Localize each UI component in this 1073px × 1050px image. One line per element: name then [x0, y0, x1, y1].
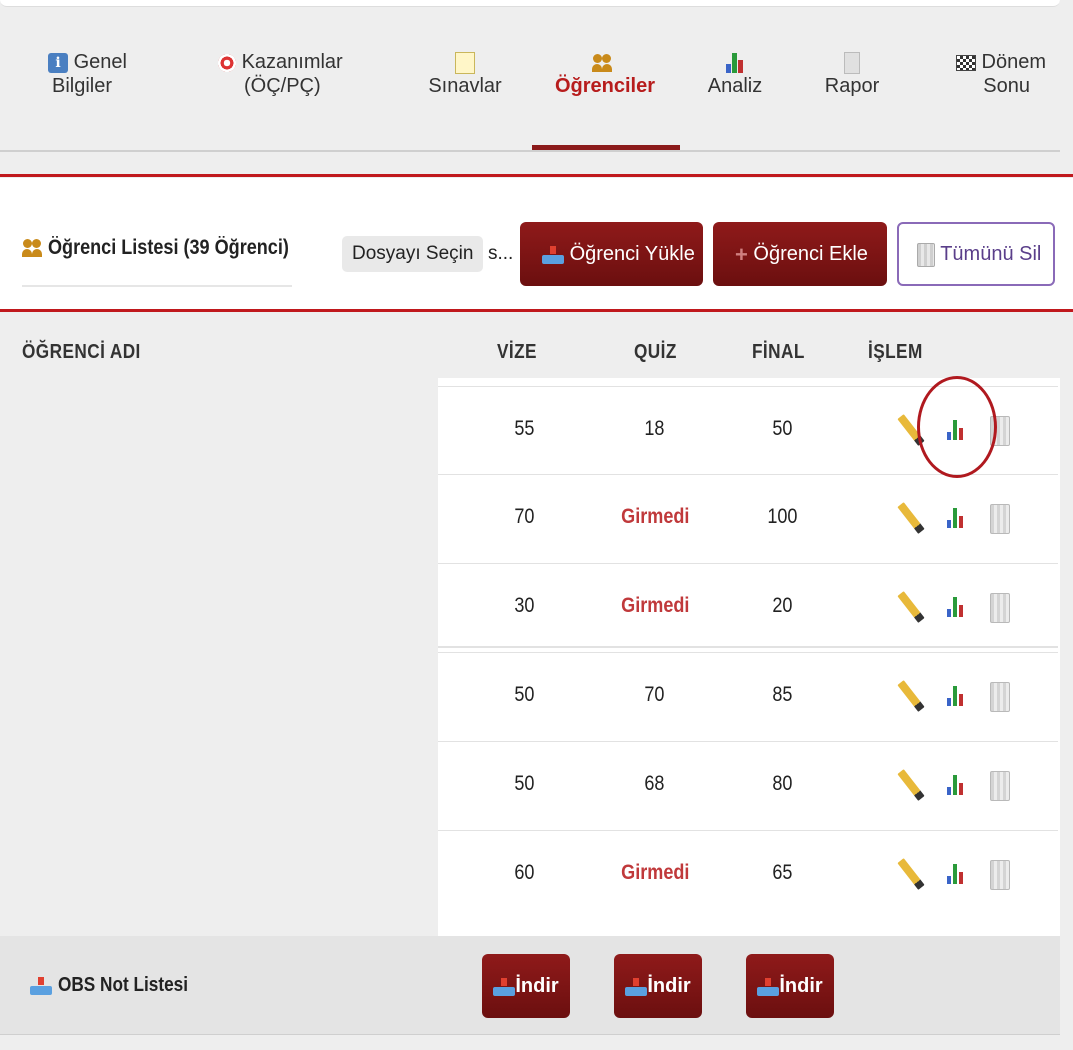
row-divider: [438, 830, 1058, 831]
tab-analiz[interactable]: Analiz: [695, 50, 775, 98]
analysis-chart-icon[interactable]: [947, 508, 963, 528]
highlight-line-bottom: [0, 309, 1073, 312]
analysis-chart-icon[interactable]: [947, 864, 963, 884]
cell-vize: 55: [514, 417, 535, 440]
tab-label: Genel: [73, 51, 127, 73]
notepad-icon: [455, 51, 475, 74]
target-icon: [218, 53, 236, 72]
tab-donem-sonu[interactable]: Dönem Sonu: [946, 50, 1046, 98]
cell-final: 80: [772, 772, 793, 795]
delete-trash-icon[interactable]: [990, 593, 1010, 623]
student-list-title: Öğrenci Listesi (39 Öğrenci): [22, 236, 328, 260]
cell-final: 100: [767, 505, 798, 528]
people-icon: [592, 53, 614, 72]
cell-quiz: Girmedi: [621, 861, 690, 884]
tab-label: Rapor: [824, 75, 880, 97]
delete-trash-icon[interactable]: [990, 682, 1010, 712]
tab-ogrenciler[interactable]: Öğrenciler: [540, 50, 670, 98]
row-divider: [438, 563, 1058, 564]
cell-quiz: Girmedi: [621, 505, 690, 528]
table-header: ÖĞRENCİ ADI VİZE QUİZ FİNAL İŞLEM: [0, 313, 1060, 383]
cell-quiz: 18: [644, 417, 665, 440]
inbox-icon: [30, 976, 52, 995]
tab-label-2: Sonu: [983, 75, 1030, 97]
tab-label: Kazanımlar: [241, 51, 343, 73]
tab-label: Analiz: [707, 75, 763, 97]
cell-final: 20: [772, 594, 793, 617]
row-divider: [438, 652, 1058, 653]
trash-icon: [917, 242, 935, 267]
people-icon: [22, 239, 44, 258]
delete-trash-icon[interactable]: [990, 771, 1010, 801]
header-quiz: QUİZ: [634, 341, 677, 363]
cell-vize: 70: [514, 505, 535, 528]
tab-label-2: (ÖÇ/PÇ): [244, 75, 321, 97]
checkered-flag-icon: [955, 54, 976, 71]
analysis-chart-icon[interactable]: [947, 775, 963, 795]
tab-label-2: Bilgiler: [52, 75, 113, 97]
cell-vize: 50: [514, 772, 535, 795]
cell-quiz: 70: [644, 683, 665, 706]
cell-final: 85: [772, 683, 793, 706]
delete-trash-icon[interactable]: [990, 860, 1010, 890]
obs-label: OBS Not Listesi: [30, 974, 209, 997]
download-final-button[interactable]: İndir: [746, 954, 834, 1018]
tab-label: Sınavlar: [428, 75, 502, 97]
cell-final: 50: [772, 417, 793, 440]
analysis-chart-icon[interactable]: [947, 597, 963, 617]
tab-bar-divider: [0, 150, 1060, 152]
chosen-file-name: s...: [488, 243, 514, 264]
bar-chart-icon: [726, 52, 744, 73]
cell-vize: 50: [514, 683, 535, 706]
tab-sinavlar[interactable]: Sınavlar: [420, 50, 510, 98]
download-vize-button[interactable]: İndir: [482, 954, 570, 1018]
tab-genel-bilgiler[interactable]: i Genel Bilgiler: [48, 50, 148, 98]
info-icon: i: [48, 52, 68, 73]
cell-final: 65: [772, 861, 793, 884]
upload-students-button[interactable]: Öğrenci Yükle: [520, 222, 703, 286]
tab-rapor[interactable]: Rapor: [812, 50, 892, 98]
cell-quiz: Girmedi: [621, 594, 690, 617]
inbox-icon: [542, 245, 564, 264]
document-icon: [844, 51, 860, 74]
cell-vize: 30: [514, 594, 535, 617]
header-islem: İŞLEM: [868, 341, 923, 363]
tab-bar: i Genel Bilgiler Kazanımlar (ÖÇ/PÇ) Sına…: [0, 50, 1060, 150]
inbox-icon: [757, 977, 780, 996]
title-underline: [22, 285, 292, 287]
delete-trash-icon[interactable]: [990, 504, 1010, 534]
cell-vize: 60: [514, 861, 535, 884]
header-vize: VİZE: [497, 341, 537, 363]
highlight-line-top: [0, 174, 1073, 177]
annotation-circle: [917, 376, 997, 478]
cell-quiz: 68: [644, 772, 665, 795]
row-divider: [438, 741, 1058, 742]
inbox-icon: [625, 977, 648, 996]
tab-label: Dönem: [981, 51, 1046, 73]
row-divider: [438, 646, 1058, 648]
add-student-button[interactable]: + Öğrenci Ekle: [713, 222, 887, 286]
header-student-name: ÖĞRENCİ ADI: [22, 341, 141, 363]
choose-file-button[interactable]: Dosyayı Seçin: [342, 236, 484, 272]
active-tab-indicator: [532, 145, 680, 150]
plus-icon: +: [735, 241, 748, 267]
download-quiz-button[interactable]: İndir: [614, 954, 702, 1018]
header-final: FİNAL: [752, 341, 805, 363]
tab-kazanimlar[interactable]: Kazanımlar (ÖÇ/PÇ): [218, 50, 358, 98]
top-card-edge: [0, 0, 1060, 7]
inbox-icon: [493, 977, 516, 996]
tab-label: Öğrenciler: [554, 75, 656, 97]
analysis-chart-icon[interactable]: [947, 686, 963, 706]
delete-all-button[interactable]: Tümünü Sil: [897, 222, 1055, 286]
